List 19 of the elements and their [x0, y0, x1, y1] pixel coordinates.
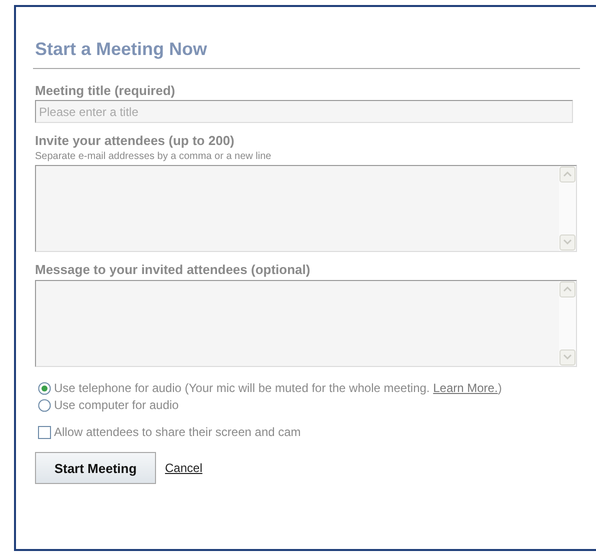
- field-hint: Separate e-mail addresses by a comma or a new line: [35, 151, 272, 162]
- option-label: Use telephone for audio (Your mic will be muted for the whole meeting. Learn More.): [54, 381, 502, 395]
- text-area[interactable]: [35, 280, 577, 367]
- scrollbar[interactable]: [559, 166, 576, 251]
- learn-more-link[interactable]: Learn More.: [433, 381, 498, 395]
- text-area[interactable]: [35, 165, 577, 252]
- radio-button[interactable]: [38, 382, 51, 394]
- field-label: Message to your invited attendees (optional): [35, 262, 312, 277]
- title-input[interactable]: Please enter a title: [35, 100, 573, 123]
- option-label: Allow attendees to share their screen and cam: [54, 425, 301, 439]
- option-label: Use computer for audio: [54, 398, 179, 412]
- checkbox[interactable]: [38, 426, 51, 438]
- radio-button[interactable]: [38, 398, 51, 412]
- dialog-title: Start a Meeting Now: [33, 39, 580, 69]
- field-label: Meeting title (required): [35, 83, 176, 98]
- cancel-link[interactable]: Cancel: [165, 461, 202, 475]
- start-meeting-button[interactable]: Start Meeting: [35, 452, 156, 484]
- field-label: Invite your attendees (up to 200): [35, 133, 236, 148]
- scrollbar[interactable]: [559, 281, 576, 366]
